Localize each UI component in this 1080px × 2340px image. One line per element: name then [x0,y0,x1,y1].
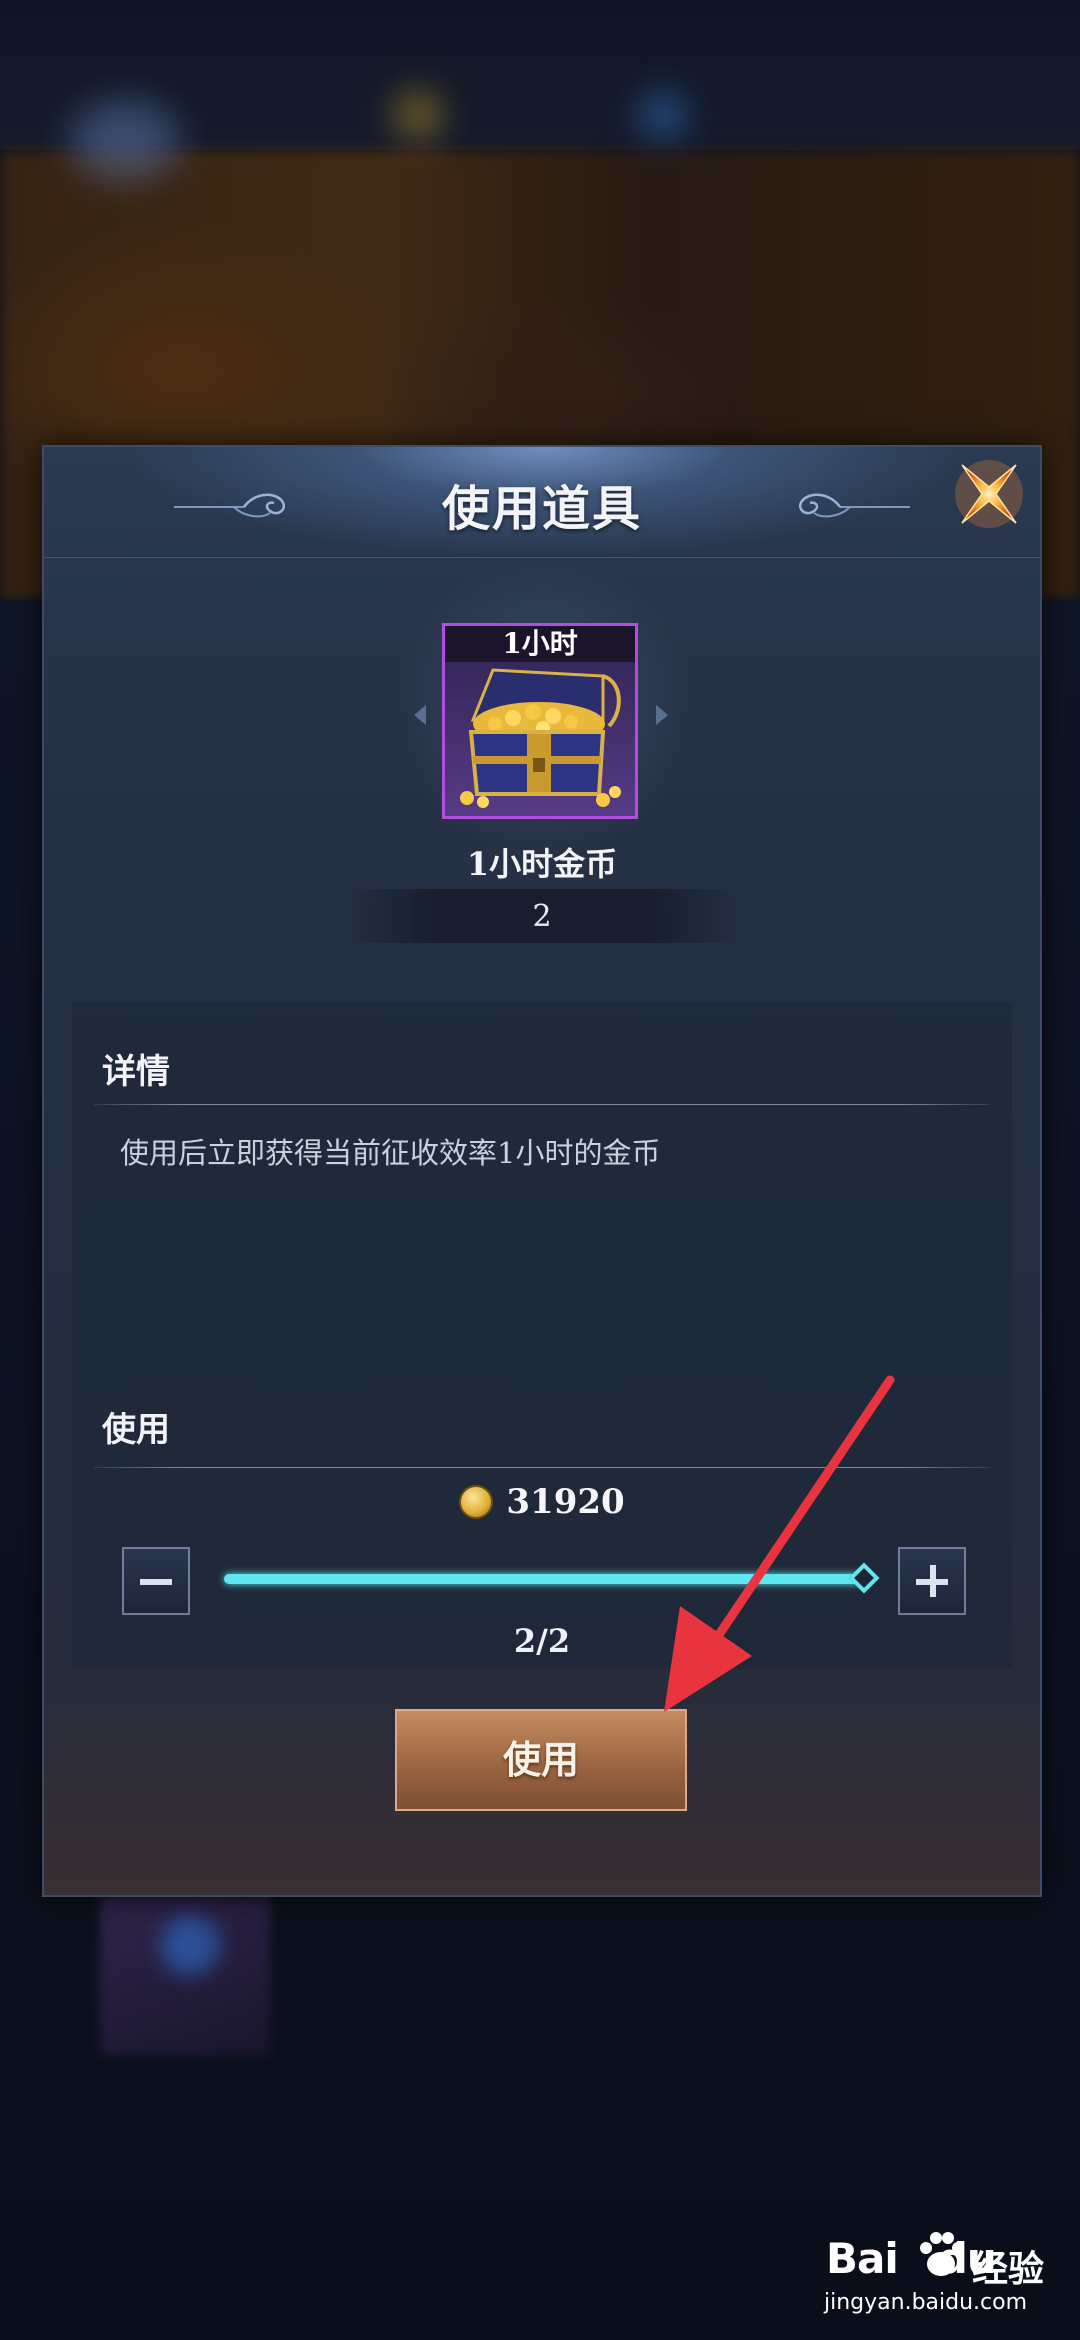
gold-coin-icon [459,1485,494,1519]
use-button[interactable]: 使用 [395,1709,687,1811]
background-coin-blur [395,92,441,138]
divider [94,1104,990,1105]
coin-amount: 31920 [506,1482,625,1522]
item-name: 1小时金币 [466,845,618,883]
detail-heading: 详情 [102,1052,170,1092]
baidu-paw-icon [920,2232,964,2276]
background-item-card-glow [160,1915,220,1975]
watermark-logo: Bai du [826,2234,997,2283]
item-description: 使用后立即获得当前征收效率1小时的金币 [120,1136,661,1170]
right-arrow-icon [656,705,668,725]
usage-heading: 使用 [102,1410,170,1450]
decrease-quantity-button[interactable] [122,1547,190,1615]
background-gem-blur [640,92,686,138]
item-owned-count: 2 [532,899,552,934]
watermark-url: jingyan.baidu.com [824,2290,1028,2315]
left-arrow-icon [414,705,426,725]
background-avatar-blur [70,100,180,180]
gold-chest-icon [460,668,621,808]
item-icon-frame: 1小时 [442,623,638,819]
annotation-arrow-icon [664,1375,895,1712]
watermark-brand-cn: 经验 [972,2249,1045,2290]
dialog-title: 使用道具 [441,481,642,537]
baidu-jingyan-watermark: Bai du 经验 jingyan.baidu.com [824,2230,1054,2330]
watermark-brand-a: Bai [826,2234,899,2283]
item-duration-badge: 1小时 [445,626,635,662]
close-x-icon[interactable] [944,449,1034,539]
